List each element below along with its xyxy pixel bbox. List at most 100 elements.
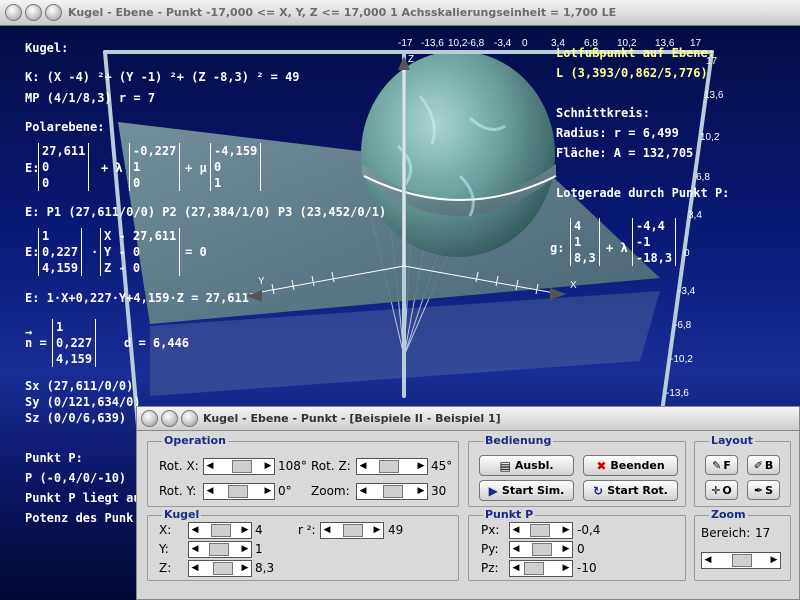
y-axis-label: Y (258, 276, 265, 287)
right-tick: 0 (684, 248, 690, 259)
layout-s-button[interactable]: ✒ S (747, 480, 780, 500)
kugel-group: Kugel X: ◀ ▶ 4 Y: ◀ ▶ 1 Z: ◀ ▶ 8,3 r ²: … (147, 508, 459, 581)
kugel-z-label: Z: (159, 561, 172, 575)
slider-left-arrow-icon[interactable]: ◀ (510, 523, 522, 538)
window-title: Kugel - Ebene - Punkt -17,000 <= X, Y, Z… (68, 6, 617, 19)
rot-x-slider[interactable]: ◀ ▶ (203, 458, 275, 475)
g-point-vector: 4 1 8,3 (570, 218, 600, 266)
rot-z-label: Rot. Z: (311, 459, 351, 473)
maximize-button[interactable] (45, 4, 62, 21)
slider-thumb[interactable] (209, 543, 229, 556)
lotfuss-heading: Lotfußpunkt auf Ebene: (556, 46, 715, 60)
param-vector-1: -0,227 1 0 (129, 143, 181, 191)
slider-thumb[interactable] (379, 460, 399, 473)
kugel-equation: K: (X -4) ²+ (Y -1) ²+ (Z -8,3) ² = 49 (25, 70, 300, 84)
py-slider[interactable]: ◀ ▶ (509, 541, 573, 558)
slider-right-arrow-icon[interactable]: ▶ (768, 553, 780, 568)
slider-thumb[interactable] (213, 562, 233, 575)
start-sim-button[interactable]: ▶ Start Sim. (479, 480, 574, 501)
punkt-p-group: Punkt P Px: ◀ ▶ -0,4 Py: ◀ ▶ 0 Pz: ◀ ▶ -… (468, 508, 686, 581)
py-value: 0 (577, 542, 585, 556)
rot-z-value: 45° (431, 459, 453, 473)
start-rot-button[interactable]: ↻ Start Rot. (583, 480, 678, 501)
slider-thumb[interactable] (524, 562, 544, 575)
slider-left-arrow-icon[interactable]: ◀ (189, 561, 201, 576)
slider-right-arrow-icon[interactable]: ▶ (239, 523, 251, 538)
n-label: n = (25, 336, 47, 350)
punkt-coords: P (-0,4/0/-10) (25, 471, 127, 485)
slider-left-arrow-icon[interactable]: ◀ (204, 484, 216, 499)
slider-left-arrow-icon[interactable]: ◀ (189, 523, 201, 538)
panel-close-button[interactable] (141, 410, 158, 427)
slider-left-arrow-icon[interactable]: ◀ (510, 561, 522, 576)
right-tick: -10,2 (670, 354, 693, 365)
ausblenden-button[interactable]: ▤ Ausbl. (479, 455, 574, 476)
layout-label: Layout (709, 434, 755, 447)
slider-thumb[interactable] (530, 524, 550, 537)
slider-thumb[interactable] (343, 524, 363, 537)
brush-icon: ✎ (712, 458, 722, 472)
kugel-label: Kugel (162, 508, 202, 521)
rot-y-slider[interactable]: ◀ ▶ (203, 483, 275, 500)
kugel-y-slider[interactable]: ◀ ▶ (188, 541, 252, 558)
coordinate-form: E: 1·X+0,227·Y+4,159·Z = 27,611 (25, 291, 249, 305)
layout-b-button[interactable]: ✐ B (747, 455, 780, 475)
slider-left-arrow-icon[interactable]: ◀ (357, 484, 369, 499)
slider-right-arrow-icon[interactable]: ▶ (371, 523, 383, 538)
slider-thumb[interactable] (232, 460, 252, 473)
layout-f-button[interactable]: ✎ F (705, 455, 738, 475)
slider-right-arrow-icon[interactable]: ▶ (560, 561, 572, 576)
beenden-button[interactable]: ✖ Beenden (583, 455, 678, 476)
right-tick: -6,8 (674, 320, 692, 331)
slider-left-arrow-icon[interactable]: ◀ (702, 553, 714, 568)
px-slider[interactable]: ◀ ▶ (509, 522, 573, 539)
slider-right-arrow-icon[interactable]: ▶ (560, 523, 572, 538)
slider-right-arrow-icon[interactable]: ▶ (262, 459, 274, 474)
slider-right-arrow-icon[interactable]: ▶ (560, 542, 572, 557)
slider-thumb[interactable] (383, 485, 403, 498)
normal-form-n: 1 0,227 4,159 (38, 228, 83, 276)
slider-right-arrow-icon[interactable]: ▶ (239, 561, 251, 576)
slider-left-arrow-icon[interactable]: ◀ (357, 459, 369, 474)
pz-label: Pz: (481, 561, 499, 575)
layout-o-button[interactable]: ✛ O (705, 480, 738, 500)
slider-thumb[interactable] (211, 524, 231, 537)
pz-slider[interactable]: ◀ ▶ (509, 560, 573, 577)
slider-right-arrow-icon[interactable]: ▶ (415, 484, 427, 499)
top-tick: -6,8 (467, 38, 485, 49)
kugel-x-slider[interactable]: ◀ ▶ (188, 522, 252, 539)
right-tick: 10,2 (700, 132, 720, 143)
control-panel: Kugel - Ebene - Punkt - [Beispiele II - … (136, 406, 800, 600)
distance: d = 6,446 (124, 336, 190, 350)
rot-x-label: Rot. X: (159, 459, 199, 473)
slider-thumb[interactable] (732, 554, 752, 567)
minimize-button[interactable] (25, 4, 42, 21)
top-tick: -3,4 (494, 38, 512, 49)
slider-thumb[interactable] (228, 485, 248, 498)
slider-right-arrow-icon[interactable]: ▶ (262, 484, 274, 499)
paint-icon: ✐ (753, 458, 763, 472)
operation-group: Operation Rot. X: ◀ ▶ 108° Rot. Z: ◀ ▶ 4… (147, 434, 459, 507)
g-plus-lambda: + λ (606, 241, 628, 255)
zoom-slider[interactable]: ◀ ▶ (356, 483, 428, 500)
slider-right-arrow-icon[interactable]: ▶ (239, 542, 251, 557)
bereich-slider[interactable]: ◀ ▶ (701, 552, 781, 569)
panel-minimize-button[interactable] (161, 410, 178, 427)
close-button[interactable] (5, 4, 22, 21)
kugel-r2-slider[interactable]: ◀ ▶ (320, 522, 384, 539)
slider-thumb[interactable] (532, 543, 552, 556)
kugel-z-slider[interactable]: ◀ ▶ (188, 560, 252, 577)
bereich-value: 17 (755, 526, 771, 540)
slider-right-arrow-icon[interactable]: ▶ (415, 459, 427, 474)
rot-z-slider[interactable]: ◀ ▶ (356, 458, 428, 475)
px-value: -0,4 (577, 523, 601, 537)
panel-maximize-button[interactable] (181, 410, 198, 427)
slider-left-arrow-icon[interactable]: ◀ (321, 523, 333, 538)
operation-label: Operation (162, 434, 228, 447)
slider-left-arrow-icon[interactable]: ◀ (204, 459, 216, 474)
slider-left-arrow-icon[interactable]: ◀ (189, 542, 201, 557)
param-vector-2: -4,159 0 1 (210, 143, 262, 191)
slider-left-arrow-icon[interactable]: ◀ (510, 542, 522, 557)
px-label: Px: (481, 523, 500, 537)
normal-eq: = 0 (185, 245, 207, 259)
